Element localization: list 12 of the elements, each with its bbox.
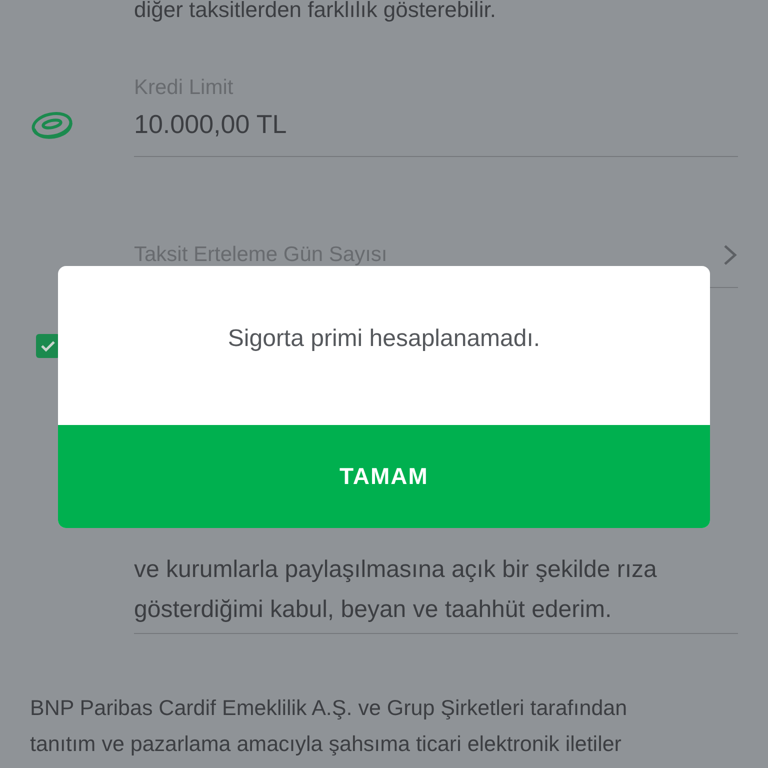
chevron-right-icon [722,243,738,267]
consent-text: gösterdiğimi kabul, beyan ve taahhüt ederim. [134,595,613,625]
consent-checkbox[interactable] [36,334,60,358]
footer-text: tanıtım ve pazarlama amacıyla şahsıma ticari elektronik iletiler [30,731,622,758]
check-icon [40,339,56,353]
info-text: diğer taksitlerden farklılık gösterebilir. [134,0,497,24]
dialog-message: Sigorta primi hesaplanamadı. [228,324,540,352]
ok-button[interactable]: TAMAM [58,425,710,528]
field-value: 10.000,00 TL [134,108,288,141]
coin-icon [30,111,74,141]
footer-text: BNP Paribas Cardif Emeklilik A.Ş. ve Grup Şirketleri tarafından [30,695,628,722]
consent-text: ve kurumlarla paylaşılmasına açık bir şekilde rıza [134,555,658,585]
